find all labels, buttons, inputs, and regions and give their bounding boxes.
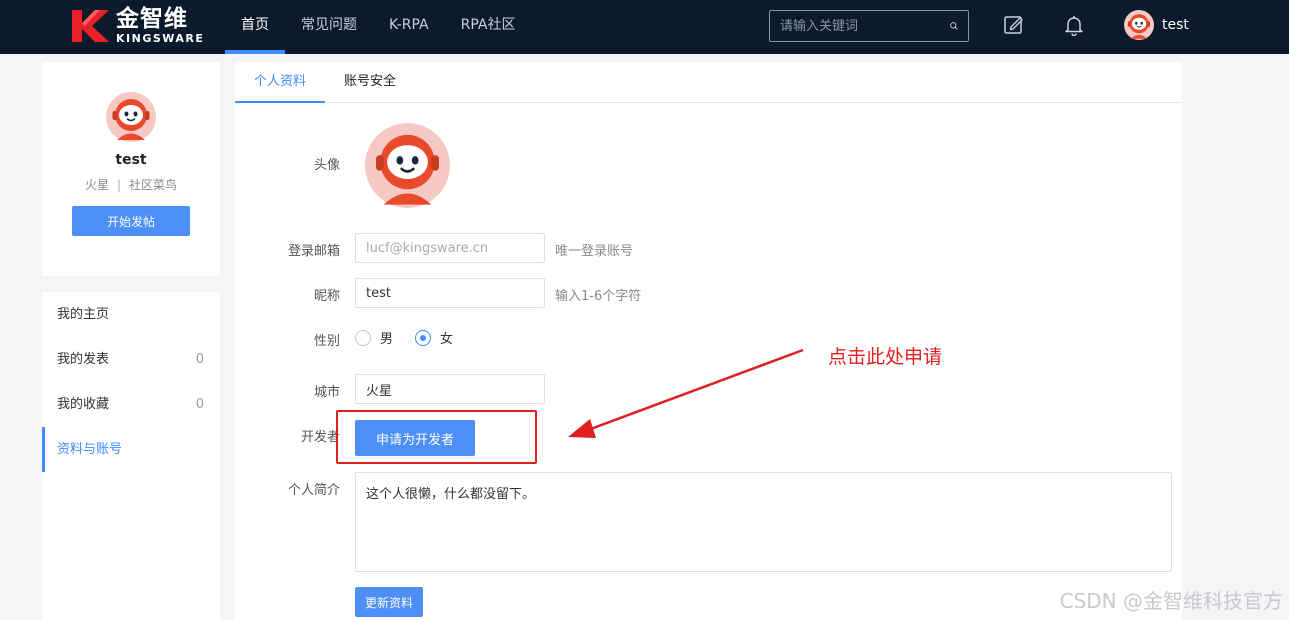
profile-location: 火星 [84, 178, 109, 192]
meta-separator: | [116, 178, 122, 192]
menu-item-label: 我的主页 [57, 307, 110, 322]
profile-card: test 火星 | 社区菜鸟 开始发帖 [42, 62, 220, 276]
apply-developer-button[interactable]: 申请为开发者 [355, 420, 475, 456]
user-menu[interactable]: test [1124, 10, 1189, 40]
settings-tabs: 个人资料 账号安全 [235, 62, 1182, 103]
tab-personal-info[interactable]: 个人资料 [235, 62, 326, 103]
radio-circle [355, 329, 371, 346]
menu-item-homepage[interactable]: 我的主页 [42, 292, 220, 337]
profile-settings-panel: 个人资料 账号安全 头像 登录邮箱 唯一登录账号 昵称 输入1-6个字符 性别 … [235, 62, 1182, 620]
nav-k-rpa[interactable]: K-RPA [373, 0, 445, 54]
avatar[interactable] [365, 123, 450, 208]
radio-circle [415, 329, 432, 346]
profile-level: 社区菜鸟 [129, 178, 178, 192]
city-field[interactable] [355, 374, 545, 404]
email-field [355, 233, 545, 263]
search-box [769, 10, 969, 42]
side-menu: 我的主页 我的发表 0 我的收藏 0 资料与账号 [42, 292, 220, 620]
bell-icon[interactable] [1063, 14, 1085, 36]
city-label: 城市 [313, 385, 340, 400]
update-profile-button[interactable]: 更新资料 [355, 587, 423, 617]
avatar [106, 92, 156, 142]
radio-label: 女 [440, 332, 454, 347]
k-logo-icon [72, 10, 109, 42]
nickname-label: 昵称 [313, 289, 340, 304]
edit-icon[interactable] [1003, 14, 1025, 36]
nickname-hint: 输入1-6个字符 [555, 289, 642, 304]
nav-rpa-community[interactable]: RPA社区 [445, 0, 532, 54]
bio-label: 个人简介 [287, 483, 340, 498]
start-post-button[interactable]: 开始发帖 [72, 206, 190, 236]
menu-item-profile-account[interactable]: 资料与账号 [42, 427, 220, 472]
top-username: test [1162, 17, 1189, 33]
top-navbar: 金智维 KINGSWARE 首页 常见问题 K-RPA RPA社区 请输入关键词… [0, 0, 1289, 54]
brand-name-cn: 金智维 [116, 6, 188, 32]
search-input[interactable] [770, 18, 950, 34]
gender-female-radio[interactable]: 女 [415, 328, 453, 347]
email-label: 登录邮箱 [287, 244, 340, 259]
tab-account-security[interactable]: 账号安全 [325, 62, 415, 103]
gender-radio-group: 男 女 [355, 328, 475, 347]
profile-meta: 火星 | 社区菜鸟 [42, 176, 220, 193]
gender-label: 性别 [313, 334, 340, 349]
profile-username: test [115, 152, 147, 168]
gender-male-radio[interactable]: 男 [355, 328, 393, 347]
csdn-watermark: CSDN @金智维科技官方 [1059, 589, 1283, 613]
menu-item-label: 资料与账号 [57, 442, 123, 457]
bio-textarea[interactable]: 这个人很懒，什么都没留下。 [355, 472, 1172, 572]
menu-item-count: 0 [195, 352, 204, 367]
avatar-label: 头像 [313, 158, 340, 173]
menu-item-favorites[interactable]: 我的收藏 0 [42, 382, 220, 427]
menu-item-count: 0 [195, 397, 204, 412]
search-icon[interactable] [950, 17, 958, 35]
main-nav: 首页 常见问题 K-RPA RPA社区 [225, 0, 531, 54]
menu-item-label: 我的收藏 [57, 397, 110, 412]
menu-item-my-posts[interactable]: 我的发表 0 [42, 337, 220, 382]
nav-home[interactable]: 首页 [225, 0, 285, 54]
nav-faq[interactable]: 常见问题 [285, 0, 373, 54]
brand-name-en: KINGSWARE [116, 32, 205, 45]
nickname-field[interactable] [355, 278, 545, 308]
annotation-text: 点击此处申请 [828, 346, 943, 368]
avatar [1124, 10, 1154, 40]
email-hint: 唯一登录账号 [555, 244, 634, 259]
menu-item-label: 我的发表 [57, 352, 110, 367]
developer-label: 开发者 [300, 430, 340, 445]
radio-label: 男 [380, 332, 394, 347]
kingsware-logo[interactable]: 金智维 KINGSWARE [70, 6, 204, 46]
